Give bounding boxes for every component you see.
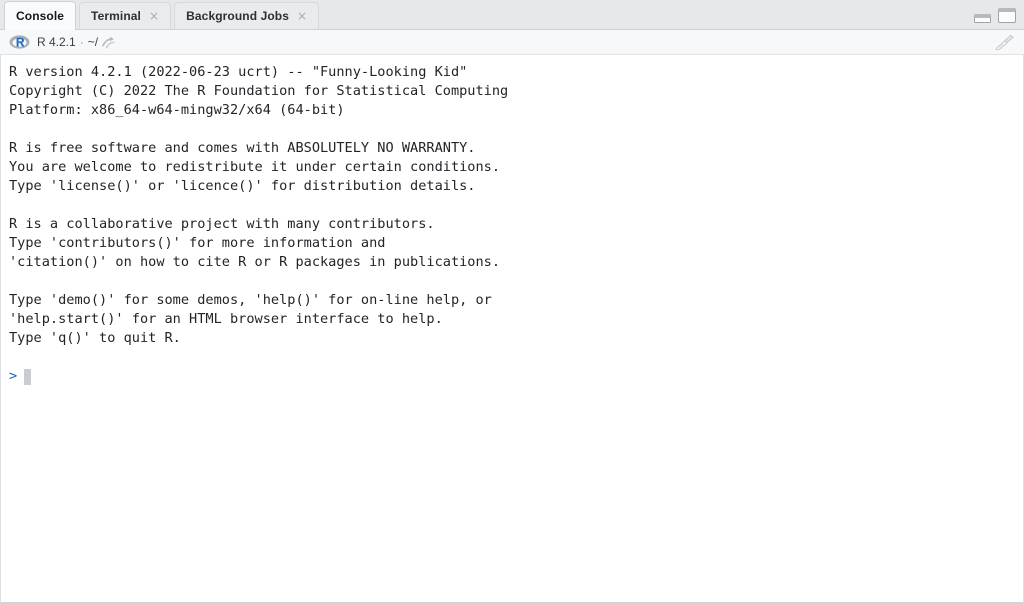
broom-icon[interactable]: [994, 33, 1016, 53]
r-version-label: R 4.2.1: [37, 35, 76, 49]
header-separator: ·: [79, 35, 84, 49]
console-header: R 4.2.1 · ~/: [0, 30, 1024, 55]
tab-strip: Console Terminal × Background Jobs ×: [0, 0, 1024, 30]
console-input-line[interactable]: >: [9, 367, 1023, 386]
tab-background-jobs-label: Background Jobs: [186, 9, 289, 23]
close-icon[interactable]: ×: [297, 10, 307, 22]
tab-console-label: Console: [16, 9, 65, 23]
maximize-icon[interactable]: [998, 8, 1016, 23]
minimize-icon[interactable]: [974, 14, 991, 23]
text-cursor: [24, 368, 32, 385]
console-startup-message: R version 4.2.1 (2022-06-23 ucrt) -- "Fu…: [9, 64, 509, 346]
console-output-area[interactable]: R version 4.2.1 (2022-06-23 ucrt) -- "Fu…: [0, 55, 1024, 603]
tab-terminal-label: Terminal: [91, 9, 141, 23]
r-logo-icon: [9, 34, 30, 50]
tab-console[interactable]: Console: [4, 1, 77, 30]
tab-background-jobs[interactable]: Background Jobs ×: [174, 2, 320, 29]
close-icon[interactable]: ×: [149, 10, 159, 22]
popout-arrow-icon[interactable]: [102, 36, 117, 49]
working-directory-label[interactable]: ~/: [88, 35, 98, 49]
console-pane: Console Terminal × Background Jobs × R 4…: [0, 0, 1024, 603]
window-controls: [974, 8, 1016, 23]
tab-terminal[interactable]: Terminal ×: [79, 2, 172, 29]
prompt-symbol: >: [9, 368, 18, 384]
